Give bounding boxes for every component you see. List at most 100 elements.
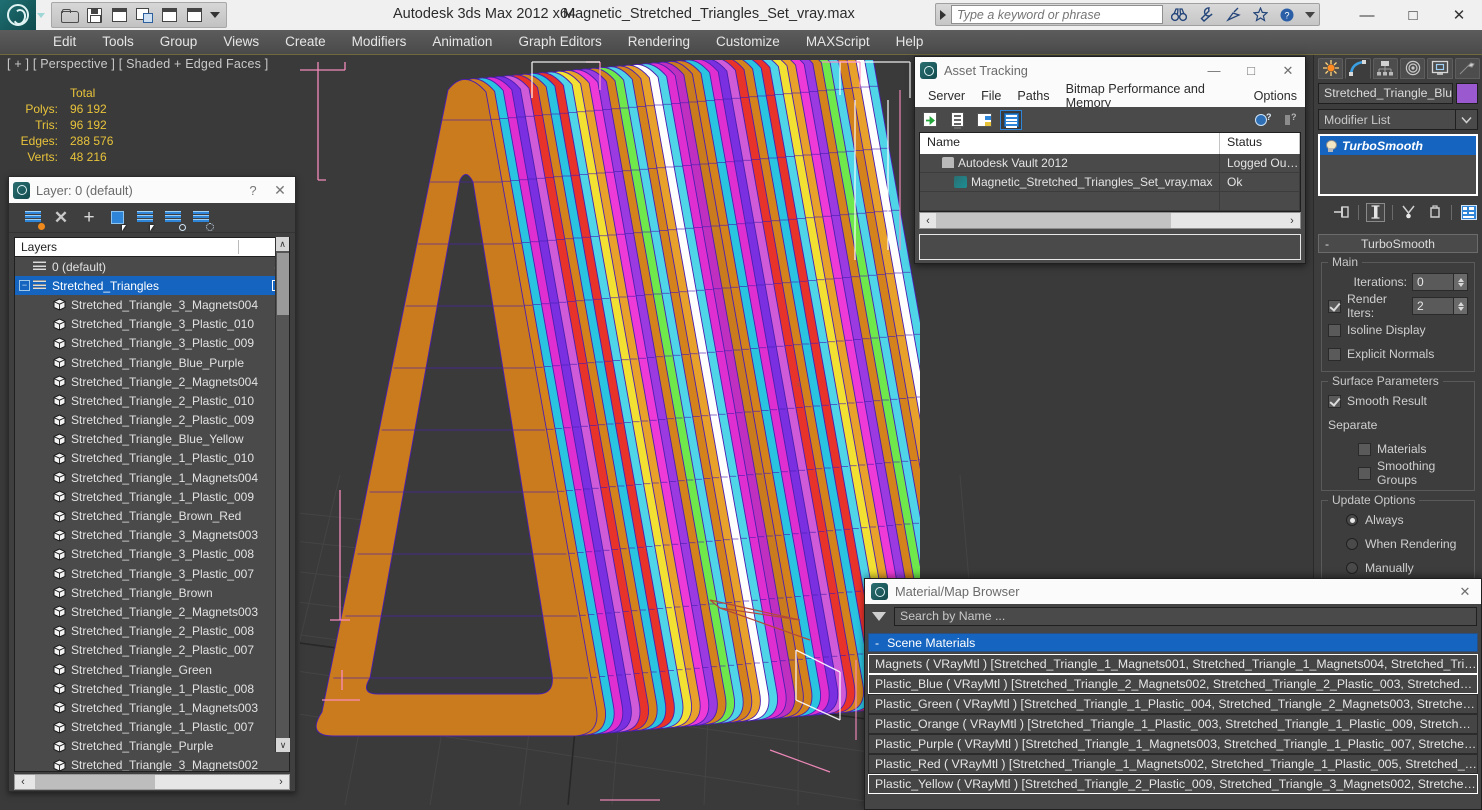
import-icon[interactable] [133,4,155,26]
highlight-layer-icon[interactable] [163,208,186,231]
menu-item-tools[interactable]: Tools [89,30,147,54]
new-window-icon[interactable] [108,4,130,26]
object-row[interactable]: Stretched_Triangle_3_Magnets002 [15,756,289,771]
render-iters-spinner[interactable]: 2 [1412,297,1468,315]
object-row[interactable]: Stretched_Triangle_3_Plastic_007 [15,564,289,583]
layer-row[interactable]: − Stretched_Triangles [15,276,289,296]
scene-materials-group-header[interactable]: - Scene Materials [868,633,1478,652]
configure-sets-icon[interactable] [1459,203,1478,222]
material-list-item[interactable]: Magnets ( VRayMtl ) [Stretched_Triangle_… [868,654,1478,674]
pin-stack-icon[interactable] [1332,203,1351,222]
modifier-stack[interactable]: TurboSmooth [1318,134,1478,196]
viewport-label[interactable]: [ + ] [ Perspective ] [ Shaded + Edged F… [7,57,268,71]
object-row[interactable]: Stretched_Triangle_2_Plastic_009 [15,411,289,430]
collapse-icon[interactable]: − [19,280,30,292]
chevron-down-icon[interactable] [210,12,220,18]
layer-list[interactable]: 0 (default)✓ − Stretched_Triangles Stretche… [14,257,290,772]
search-by-name-input[interactable]: Search by Name ... [894,607,1477,626]
layer-list-hscrollbar[interactable]: ‹ › [14,774,290,790]
new-layer-icon[interactable] [23,208,45,230]
asset-tracking-grid[interactable]: Name Status Autodesk Vault 2012 Logged O… [919,132,1301,212]
close-icon[interactable]: ✕ [269,182,291,199]
hierarchy-tab[interactable] [1372,57,1398,79]
collapse-icon[interactable]: - [875,636,879,650]
menu-item-views[interactable]: Views [210,30,272,54]
scroll-right-icon[interactable]: › [273,776,289,788]
remove-modifier-icon[interactable] [1425,203,1444,222]
window-icon-2[interactable] [183,4,205,26]
layer-list-vscrollbar[interactable]: ∧ ∨ [275,237,290,752]
3d-model-stretched-triangles[interactable]: x [300,60,920,805]
materials-row[interactable]: Materials [1328,439,1468,459]
menu-item-paths[interactable]: Paths [1009,89,1057,103]
object-row[interactable]: Stretched_Triangle_Purple [15,737,289,756]
hscroll-thumb[interactable] [936,213,1171,228]
menu-item-edit[interactable]: Edit [40,30,89,54]
layer-explorer-window[interactable]: Layer: 0 (default) ? ✕ ✕ + Layers 0 (def… [8,176,296,792]
menu-item-rendering[interactable]: Rendering [615,30,703,54]
menu-item-bitmap-performance[interactable]: Bitmap Performance and Memory [1058,82,1246,110]
object-row[interactable]: Stretched_Triangle_1_Magnets003 [15,698,289,717]
menu-item-customize[interactable]: Customize [703,30,793,54]
table-row[interactable]: Magnetic_Stretched_Triangles_Set_vray.ma… [920,172,1300,192]
help-icon[interactable]: ? [1276,5,1298,25]
object-row[interactable]: Stretched_Triangle_2_Plastic_008 [15,622,289,641]
window-icon[interactable] [158,4,180,26]
open-icon[interactable] [58,4,80,26]
material-map-browser-window[interactable]: Material/Map Browser ✕ Search by Name ..… [864,578,1482,810]
list-view-icon[interactable] [947,111,967,129]
minimize-icon[interactable]: — [1344,0,1390,30]
object-row[interactable]: Stretched_Triangle_2_Magnets004 [15,372,289,391]
modifier-stack-item-turbosmooth[interactable]: TurboSmooth [1320,136,1476,155]
material-list-item[interactable]: Plastic_Green ( VRayMtl ) [Stretched_Tri… [868,694,1478,714]
spinner-arrows-icon[interactable] [1454,273,1468,291]
scroll-left-icon[interactable]: ‹ [920,215,936,227]
object-row[interactable]: Stretched_Triangle_1_Plastic_008 [15,679,289,698]
object-row[interactable]: Stretched_Triangle_3_Magnets004 [15,295,289,314]
scroll-up-icon[interactable]: ∧ [276,237,289,251]
menu-item-animation[interactable]: Animation [419,30,505,54]
refresh-icon[interactable] [920,111,940,129]
when-rendering-radio[interactable] [1346,538,1358,550]
lightbulb-icon[interactable] [1325,139,1337,152]
menu-item-server[interactable]: Server [920,89,973,103]
object-color-swatch[interactable] [1456,83,1478,104]
object-row[interactable]: Stretched_Triangle_1_Plastic_007 [15,718,289,737]
asset-grid-hscrollbar[interactable]: ‹ › [919,212,1301,229]
grid-view-icon[interactable] [1000,109,1022,130]
menu-item-file[interactable]: File [973,89,1009,103]
menu-item-group[interactable]: Group [147,30,211,54]
add-layer-icon[interactable]: + [79,208,99,228]
utilities-tab[interactable] [1454,57,1480,79]
menu-item-options[interactable]: Options [1246,89,1305,103]
chevron-down-icon[interactable] [1455,110,1477,129]
object-row[interactable]: Stretched_Triangle_3_Plastic_008 [15,545,289,564]
object-row[interactable]: Stretched_Triangle_2_Plastic_007 [15,641,289,660]
app-logo-icon[interactable] [0,0,36,30]
wrench-icon[interactable] [1195,5,1217,25]
menu-item-maxscript[interactable]: MAXScript [793,30,883,54]
iterations-value[interactable]: 0 [1412,273,1454,291]
app-menu-caret-icon[interactable] [37,12,45,18]
iterations-spinner[interactable]: 0 [1412,273,1468,291]
render-iters-checkbox[interactable] [1328,299,1341,313]
asset-tracking-window[interactable]: Asset Tracking — □ ✕ Server File Paths B… [914,56,1306,264]
menu-item-graph-editors[interactable]: Graph Editors [505,30,614,54]
motion-tab[interactable] [1399,57,1426,79]
manually-radio[interactable] [1346,562,1358,574]
spinner-arrows-icon[interactable] [1454,297,1468,315]
detail-view-icon[interactable] [974,111,994,129]
star-icon[interactable] [1249,5,1271,25]
always-row[interactable]: Always [1328,510,1468,530]
delete-layer-icon[interactable]: ✕ [51,208,71,228]
object-row[interactable]: Stretched_Triangle_Green [15,660,289,679]
vscroll-thumb[interactable] [277,253,289,315]
table-row[interactable]: Autodesk Vault 2012 Logged Out ... [920,153,1300,173]
menu-item-modifiers[interactable]: Modifiers [339,30,420,54]
object-row[interactable]: Stretched_Triangle_2_Plastic_010 [15,391,289,410]
close-icon[interactable]: ✕ [1273,63,1303,79]
object-row[interactable]: Stretched_Triangle_2_Magnets003 [15,602,289,621]
object-row[interactable]: Stretched_Triangle_1_Plastic_010 [15,449,289,468]
chevron-right-icon[interactable] [940,9,946,20]
materials-checkbox[interactable] [1358,442,1371,456]
